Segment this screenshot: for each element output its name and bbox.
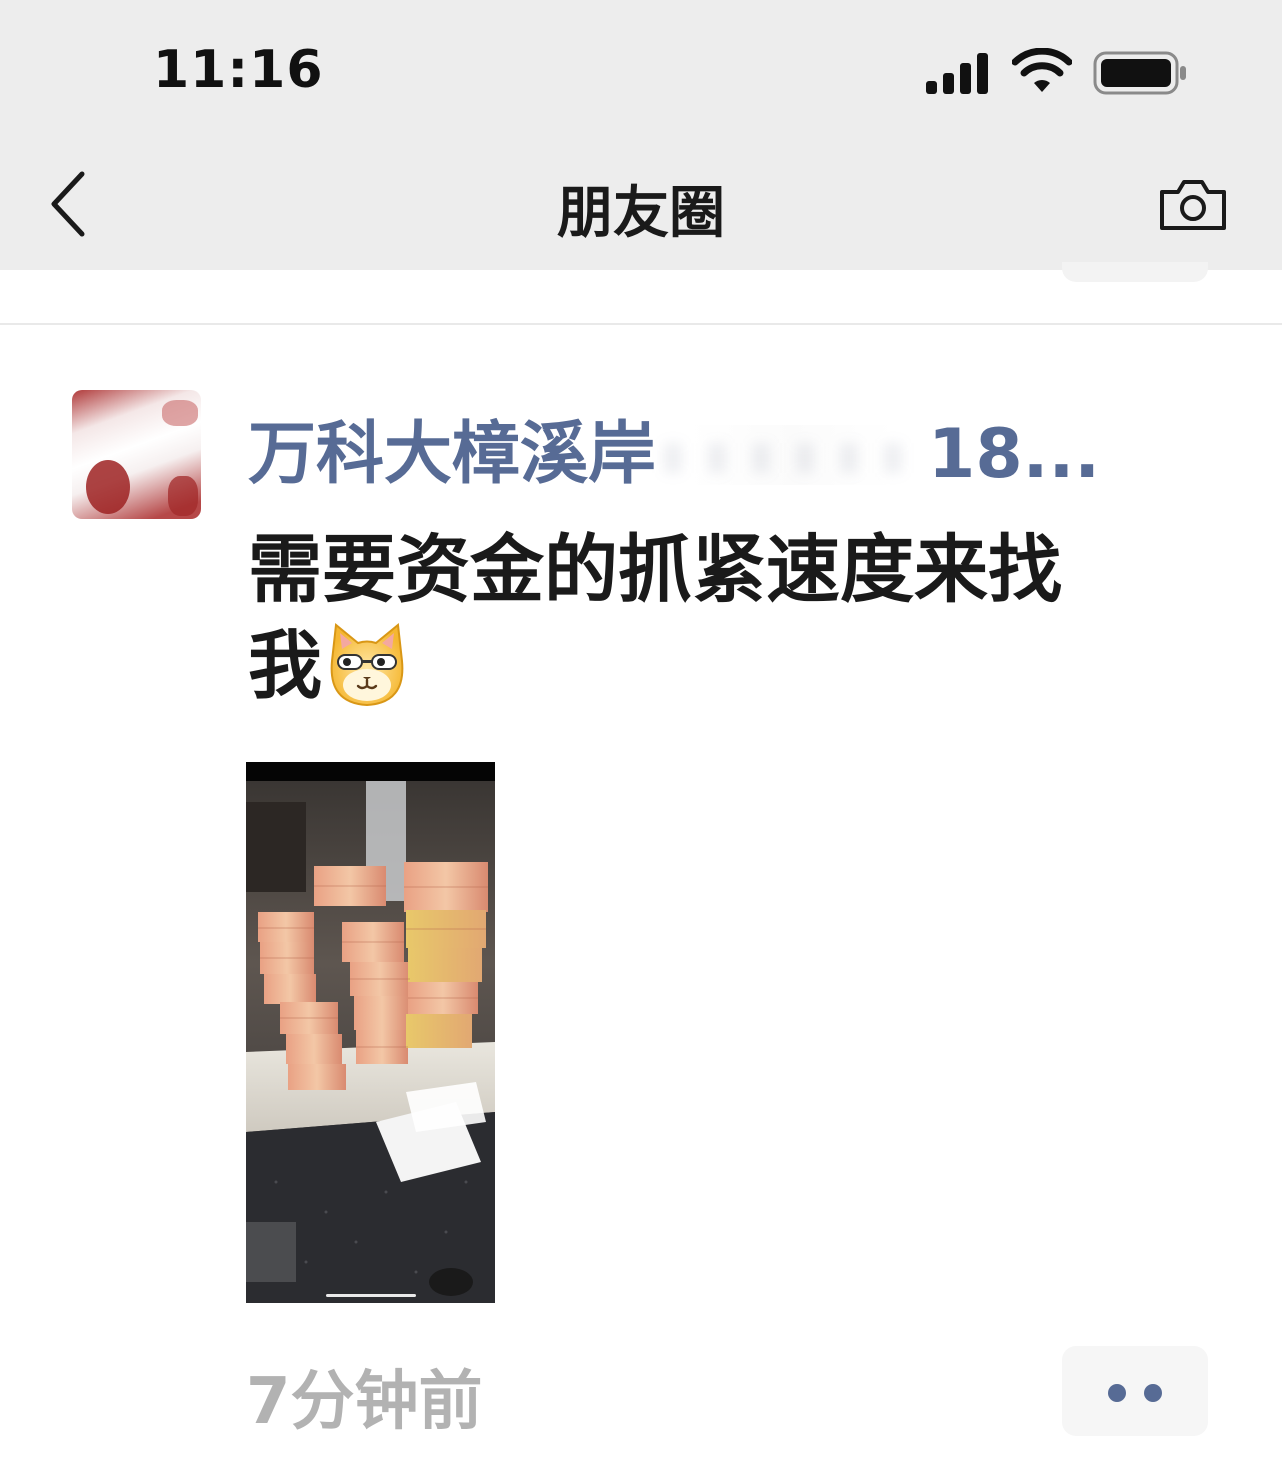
cellular-signal-icon — [926, 53, 988, 94]
post-text-line-1: 需要资金的抓紧速度来找 — [248, 527, 1062, 613]
cat-face-emoji-icon — [330, 623, 404, 707]
battery-icon — [1093, 51, 1186, 95]
redacted-name-segment — [656, 425, 929, 485]
avatar[interactable] — [72, 390, 201, 519]
post-timestamp: 7分钟前 — [246, 1365, 483, 1439]
page-title: 朋友圈 — [557, 181, 725, 246]
camera-button[interactable] — [1158, 176, 1228, 232]
more-dots-button[interactable] — [1062, 1346, 1208, 1436]
divider — [0, 323, 1282, 325]
top-bar: 11:16 朋友圈 — [0, 0, 1282, 270]
post-text-line-2-wrap: 我 — [248, 618, 1188, 714]
photo-stacks-of-banknotes — [246, 762, 495, 1303]
post-image[interactable] — [246, 762, 495, 1303]
moments-screen: 11:16 朋友圈 万科大樟溪岸 18... 需要资金的抓紧速度来找 我 7分钟… — [0, 0, 1282, 1459]
author-name-prefix: 万科大樟溪岸 — [248, 415, 657, 494]
post-author-name[interactable]: 万科大樟溪岸 18... — [248, 398, 1178, 494]
more-dots-icon — [1108, 1384, 1126, 1402]
wifi-icon — [1012, 48, 1072, 92]
post-text-line-2: 我 — [248, 623, 322, 709]
previous-post-more-button — [1062, 262, 1208, 282]
author-name-suffix: 18... — [928, 415, 1101, 494]
status-time: 11:16 — [153, 40, 324, 100]
post-text: 需要资金的抓紧速度来找 我 — [248, 522, 1188, 714]
